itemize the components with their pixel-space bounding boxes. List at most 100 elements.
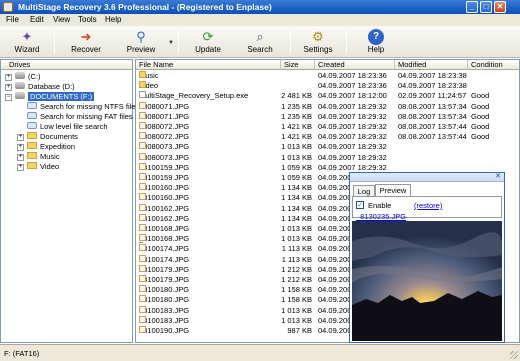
tree-item-video[interactable]: + Video — [17, 162, 59, 172]
settings-button[interactable]: ⚙ Settings — [296, 26, 340, 58]
file-size-cell: 1 212 KB — [281, 264, 312, 274]
file-row[interactable]: 78080072.JPG 1 421 KB 04.09.2007 18:29:32 0… — [136, 132, 519, 142]
search-files-icon — [27, 102, 37, 109]
file-row[interactable]: Music 04.09.2007 18:23:36 04.09.2007 18:23… — [136, 71, 519, 81]
recover-icon: ➜ — [80, 29, 92, 44]
close-button[interactable]: ✕ — [494, 1, 506, 13]
tab-preview[interactable]: Preview — [375, 184, 411, 196]
folder-icon — [139, 81, 146, 89]
wizard-icon: ✦ — [21, 29, 33, 44]
toolbar-separator — [346, 30, 347, 54]
tree-item-label: (C:) — [28, 72, 41, 81]
folder-icon — [27, 132, 37, 139]
file-row[interactable]: 78080071.JPG 1 235 KB 04.09.2007 18:29:32 0… — [136, 111, 519, 122]
update-button[interactable]: ⟳ Update — [186, 26, 230, 58]
restore-link[interactable]: (restore) — [414, 201, 442, 210]
file-created-cell: 04.09.2007 18:23:36 — [318, 71, 387, 80]
file-size-cell: 1 059 KB — [281, 162, 312, 172]
file-name: 78100160.JPG — [139, 193, 190, 203]
tree-item-expedition[interactable]: + Expedition — [17, 142, 75, 152]
search-button[interactable]: ⌕ Search — [238, 26, 282, 58]
tree-item-search-fat[interactable]: Search for missing FAT files — [27, 112, 133, 122]
tree-item-search-ntfs[interactable]: Search for missing NTFS files — [27, 102, 139, 112]
file-size-cell: 1 134 KB — [281, 193, 312, 203]
file-row[interactable]: Video 04.09.2007 18:23:36 04.09.2007 18:23… — [136, 81, 519, 91]
file-size-cell: 1 013 KB — [281, 315, 312, 325]
file-name: 78100183.JPG — [139, 315, 190, 325]
collapse-icon[interactable]: − — [5, 94, 12, 101]
expand-icon[interactable]: + — [5, 74, 12, 81]
recover-button[interactable]: ➜ Recover — [62, 26, 110, 58]
expand-icon[interactable]: + — [17, 164, 24, 171]
wizard-label: Wizard — [14, 45, 40, 54]
file-size-cell: 987 KB — [287, 326, 312, 335]
minimize-button[interactable]: _ — [466, 1, 478, 13]
close-icon[interactable]: ✕ — [495, 173, 501, 181]
resize-grip-icon[interactable] — [510, 351, 518, 359]
image-file-icon — [139, 315, 146, 323]
image-file-icon — [139, 305, 146, 313]
column-header-created[interactable]: Created — [315, 60, 395, 70]
column-header-condition[interactable]: Condition — [468, 60, 519, 70]
file-row[interactable]: MultiStage_Recovery_Setup.exe 2 481 KB 04.… — [136, 91, 519, 101]
file-name: MultiStage_Recovery_Setup.exe — [139, 91, 249, 101]
preview-button[interactable]: ⚲ Preview — [117, 26, 165, 58]
update-label: Update — [195, 45, 221, 54]
tree-item-drive-d[interactable]: + Database (D:) — [5, 82, 75, 92]
tree-item-documents[interactable]: + Documents — [17, 132, 78, 142]
help-button[interactable]: ? Help — [356, 26, 396, 58]
file-size-cell: 1 013 KB — [281, 152, 312, 162]
file-size-cell: 1 134 KB — [281, 213, 312, 223]
image-file-icon — [139, 295, 146, 303]
image-file-icon — [139, 132, 146, 140]
file-size-cell: 1 113 KB — [281, 244, 312, 254]
tree-item-low-level-search[interactable]: Low level file search — [27, 122, 108, 132]
file-row[interactable]: 78080073.JPG 1 013 KB 04.09.2007 18:29:32 — [136, 152, 519, 163]
file-created-cell: 04.09.2007 18:29:32 — [318, 142, 387, 152]
menu-file[interactable]: File — [6, 15, 19, 24]
file-name: 78080071.JPG — [139, 101, 190, 111]
file-size-cell: 1 134 KB — [281, 183, 312, 193]
file-name-cell: 78100162.JPG — [139, 213, 189, 224]
tree-item-drive-f[interactable]: − DOCUMENTS (F:) — [5, 92, 95, 102]
image-file-icon — [139, 285, 146, 293]
drives-panel: Drives + (C:) + Database (D:) − DOCUMENTS (… — [0, 59, 139, 343]
menu-view[interactable]: View — [53, 15, 70, 24]
maximize-button[interactable]: □ — [480, 1, 492, 13]
menu-bar: File Edit View Tools Help — [0, 14, 520, 26]
file-row[interactable]: 78080073.JPG 1 013 KB 04.09.2007 18:29:32 — [136, 142, 519, 152]
menu-tools[interactable]: Tools — [78, 15, 97, 24]
wizard-button[interactable]: ✦ Wizard — [6, 26, 48, 58]
expand-icon[interactable]: + — [17, 154, 24, 161]
file-row[interactable]: 78080071.JPG 1 235 KB 04.09.2007 18:29:32 0… — [136, 101, 519, 112]
tab-log[interactable]: Log — [353, 185, 375, 196]
preview-dropdown-icon[interactable]: ▼ — [168, 40, 174, 46]
tree-item-drive-c[interactable]: + (C:) — [5, 72, 41, 82]
tree-item-music[interactable]: + Music — [17, 152, 60, 162]
file-row[interactable]: 78080072.JPG 1 421 KB 04.09.2007 18:29:32 0… — [136, 122, 519, 132]
expand-icon[interactable]: + — [17, 134, 24, 141]
file-size-cell: 1 113 KB — [281, 254, 312, 264]
image-file-icon — [139, 244, 146, 252]
image-file-icon — [139, 193, 146, 201]
file-modified-cell: 04.09.2007 18:23:38 — [398, 81, 467, 91]
menu-help[interactable]: Help — [105, 15, 121, 24]
update-icon: ⟳ — [202, 29, 214, 44]
file-name: 78100183.JPG — [139, 305, 190, 315]
expand-icon[interactable]: + — [17, 144, 24, 151]
preview-window-titlebar[interactable] — [350, 173, 504, 182]
column-header-size[interactable]: Size — [281, 60, 315, 70]
file-created-cell: 04.09.2007 18:23:36 — [318, 81, 387, 91]
column-header-file-name[interactable]: File Name — [136, 60, 281, 70]
menu-edit[interactable]: Edit — [30, 15, 44, 24]
file-size-cell: 1 212 KB — [281, 275, 312, 284]
sunset-photo — [352, 221, 502, 341]
file-size-cell: 1 235 KB — [281, 101, 312, 111]
drive-icon — [15, 92, 25, 99]
expand-icon[interactable]: + — [5, 84, 12, 91]
column-header-modified[interactable]: Modified — [395, 60, 468, 70]
file-name: 78080073.JPG — [139, 152, 190, 162]
enable-checkbox[interactable]: ✓ — [356, 201, 364, 209]
file-name: 78080073.JPG — [139, 142, 190, 152]
preview-window[interactable]: ✕ Log Preview ✓ Enable (restore) _813023… — [349, 172, 505, 343]
